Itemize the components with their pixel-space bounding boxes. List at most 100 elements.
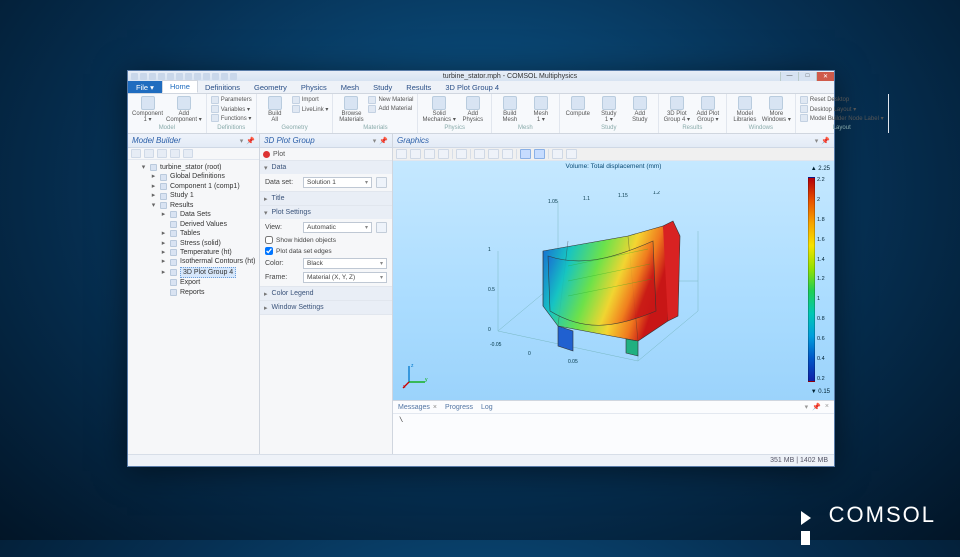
settings-header: 3D Plot Group ▾📌 [260,134,392,148]
color-legend: 2.221.81.61.41.210.80.60.40.2 [808,177,828,382]
ribbon-reset-desktop[interactable]: Reset Desktop [800,96,884,104]
svg-text:0: 0 [528,351,531,357]
tree-root[interactable]: turbine_stator (root) [160,163,221,172]
ribbon-import[interactable]: Import [292,96,329,104]
close-icon[interactable]: × [433,404,437,411]
tree-export[interactable]: Export [180,278,200,287]
section-plot-settings[interactable]: ▾Plot Settings [260,206,392,219]
ribbon-build-mesh[interactable]: Build Mesh [496,96,524,123]
model-tree[interactable]: ▾turbine_stator (root) ▸Global Definitio… [128,160,259,454]
tab-definitions[interactable]: Definitions [198,82,247,93]
panel-menu-icon[interactable]: ▾ [805,403,809,411]
tab-physics[interactable]: Physics [294,82,334,93]
minimize-button[interactable]: — [780,72,798,81]
ribbon-more-windows-[interactable]: More Windows ▾ [762,96,791,123]
model-builder-panel: Model Builder ▾📌 ▾turbine_stator (root) … [128,134,260,454]
tab-progress[interactable]: Progress [445,404,473,411]
tab-results[interactable]: Results [399,82,438,93]
ribbon-add-study[interactable]: Add Study [626,96,654,123]
tab-home[interactable]: Home [162,80,198,93]
tree-study-1[interactable]: Study 1 [170,191,194,200]
svg-text:1: 1 [488,247,491,253]
tree-global-definitions[interactable]: Global Definitions [170,172,225,181]
panel-menu-icon[interactable]: ▾ [815,137,819,145]
legend-tick: 1.8 [817,217,825,223]
maximize-button[interactable]: □ [798,72,816,81]
tree-isothermal[interactable]: Isothermal Contours (ht) [180,257,255,266]
ribbon-desktop-layout-[interactable]: Desktop Layout ▾ [800,105,884,113]
legend-tick: 1.2 [817,276,825,282]
ribbon-3d-plot-group-4-[interactable]: 3D Plot Group 4 ▾ [663,96,691,123]
legend-min: ▼ 0.15 [811,389,830,395]
tab-mesh[interactable]: Mesh [334,82,366,93]
messages-body[interactable]: \ [393,414,834,454]
tab-log[interactable]: Log [481,404,493,411]
section-window-settings[interactable]: ▸Window Settings [260,301,392,314]
plot-button[interactable]: Plot [273,151,285,158]
plot-edges-checkbox[interactable]: Plot data set edges [265,247,387,255]
tree-results[interactable]: Results [170,201,193,210]
quick-access-toolbar[interactable] [128,73,240,80]
panel-pin-icon[interactable]: 📌 [246,137,255,145]
view-label: View: [265,224,299,231]
view-select[interactable]: Automatic [303,222,372,233]
tree-reports[interactable]: Reports [180,288,205,297]
ribbon-build-all[interactable]: Build All [261,96,289,123]
ribbon-functions-[interactable]: Functions ▾ [211,114,252,122]
ribbon-livelink-[interactable]: LiveLink ▾ [292,105,329,113]
section-data[interactable]: ▾Data [260,161,392,174]
close-icon[interactable]: × [825,403,829,411]
ribbon-parameters[interactable]: Parameters [211,96,252,104]
ribbon-group-layout: Reset DesktopDesktop Layout ▾Model Build… [796,94,889,133]
panel-pin-icon[interactable]: 📌 [379,137,388,145]
panel-pin-icon[interactable]: 📌 [821,137,830,145]
tree-3d-plot-group-4[interactable]: 3D Plot Group 4 [180,267,236,278]
ribbon-browse-materials[interactable]: Browse Materials [337,96,365,123]
section-title[interactable]: ▸Title [260,192,392,205]
tab-study[interactable]: Study [366,82,399,93]
frame-select[interactable]: Material (X, Y, Z) [303,272,387,283]
datasets-icon [170,211,177,218]
ribbon-mesh-1-[interactable]: Mesh 1 ▾ [527,96,555,123]
file-menu[interactable]: File ▾ [128,81,162,93]
ribbon-variables-[interactable]: Variables ▾ [211,105,252,113]
close-button[interactable]: ✕ [816,72,834,81]
tab-messages[interactable]: Messages× [398,404,437,411]
tree-stress[interactable]: Stress (solid) [180,239,221,248]
ribbon-model-libraries[interactable]: Model Libraries [731,96,759,123]
show-hidden-checkbox[interactable]: Show hidden objects [265,236,387,244]
tree-temperature[interactable]: Temperature (ht) [180,248,232,257]
ribbon-add-physics[interactable]: Add Physics [459,96,487,123]
color-select[interactable]: Black [303,258,387,269]
section-color-legend[interactable]: ▸Color Legend [260,287,392,300]
panel-menu-icon[interactable]: ▾ [373,137,377,145]
dataset-select[interactable]: Solution 1 [303,177,372,188]
ribbon-new-material[interactable]: New Material [368,96,413,104]
tree-derived-values[interactable]: Derived Values [180,220,227,229]
component-icon [160,183,167,190]
graphics-toolbar[interactable] [393,148,834,161]
panel-menu-icon[interactable]: ▾ [240,137,244,145]
model-builder-toolbar[interactable] [128,148,259,160]
ribbon-add-plot-group-[interactable]: Add Plot Group ▾ [694,96,722,123]
tree-data-sets[interactable]: Data Sets [180,210,211,219]
goto-dataset-icon[interactable] [376,177,387,188]
ribbon-add-component-[interactable]: Add Component ▾ [166,96,202,123]
ribbon-solid-mechanics-[interactable]: Solid Mechanics ▾ [422,96,455,123]
tab-geometry[interactable]: Geometry [247,82,294,93]
svg-text:1.2: 1.2 [653,191,660,196]
ribbon-compute[interactable]: Compute [564,96,592,117]
tables-icon [170,230,177,237]
graphics-header: Graphics ▾📌 [393,134,834,148]
ribbon-study-1-[interactable]: Study 1 ▾ [595,96,623,123]
ribbon-add-material[interactable]: Add Material [368,105,413,113]
goto-view-icon[interactable] [376,222,387,233]
graphics-canvas[interactable]: Volume: Total displacement (mm) [393,161,834,400]
panel-pin-icon[interactable]: 📌 [812,403,821,411]
ribbon-model-builder-node-label-[interactable]: Model Builder Node Label ▾ [800,114,884,122]
tree-tables[interactable]: Tables [180,229,200,238]
tab-3d-plot-group-4[interactable]: 3D Plot Group 4 [438,82,506,93]
legend-tick: 0.8 [817,316,825,322]
tree-component-1[interactable]: Component 1 (comp1) [170,182,240,191]
ribbon-component-1-[interactable]: Component 1 ▾ [132,96,163,123]
